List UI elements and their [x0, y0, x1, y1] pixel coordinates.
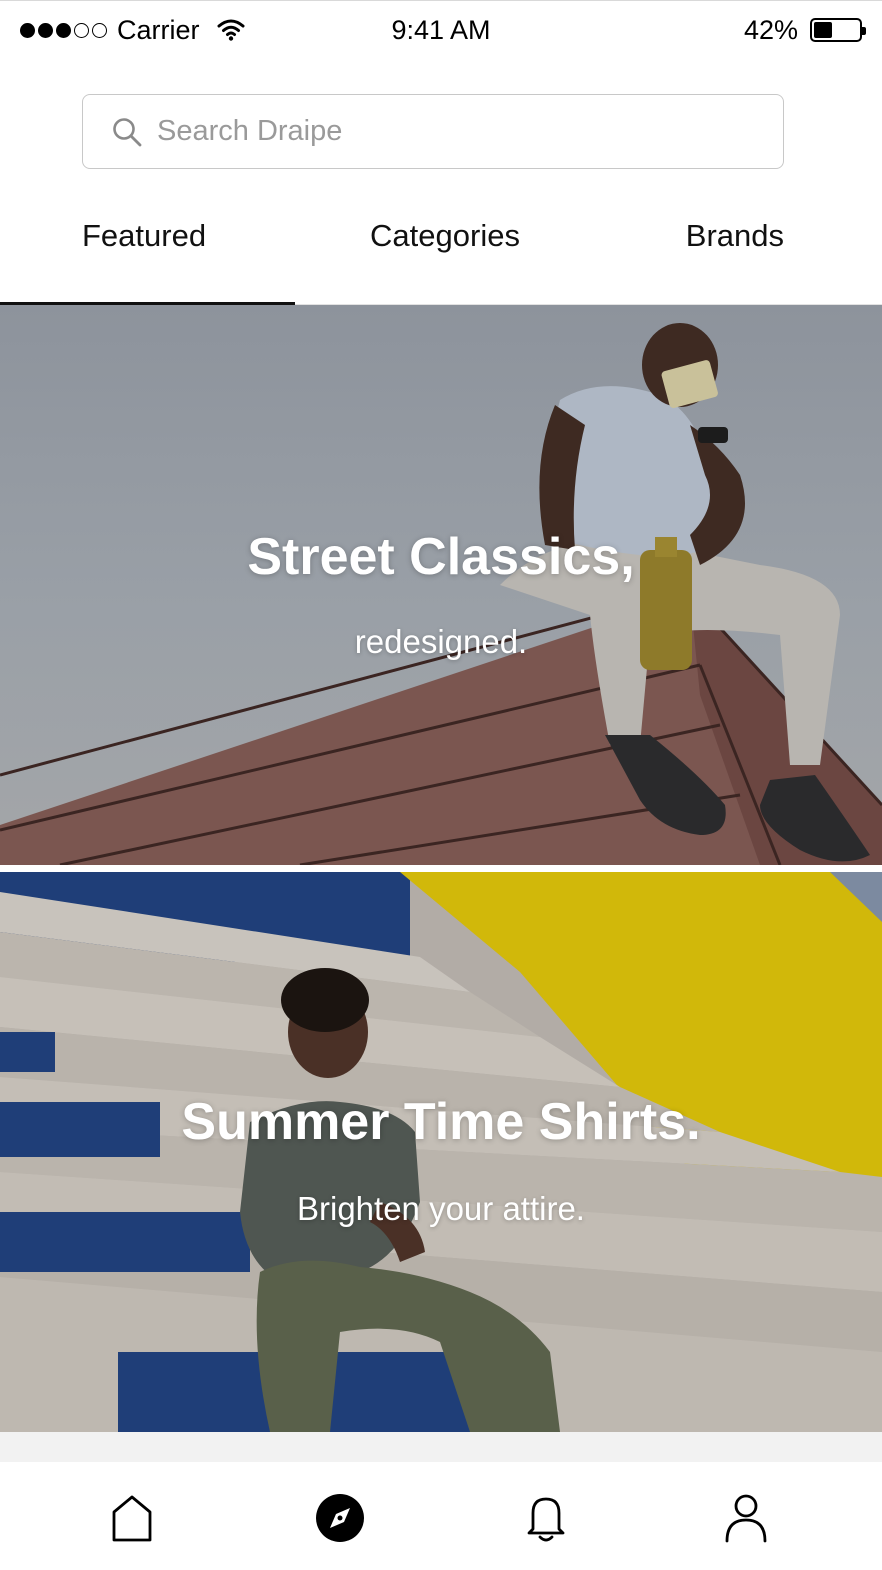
- home-icon: [112, 1495, 152, 1542]
- banner-title: Summer Time Shirts.: [181, 1093, 701, 1151]
- bottom-navigation: [0, 1462, 882, 1570]
- search-icon: [113, 117, 142, 146]
- compass-icon: [316, 1494, 364, 1542]
- banner-title: Street Classics,: [247, 528, 635, 586]
- banner-street-classics[interactable]: Street Classics, redesigned.: [0, 305, 882, 865]
- nav-home-button[interactable]: [106, 1492, 158, 1544]
- battery-percent: 42%: [743, 14, 798, 45]
- banner-image: [0, 872, 882, 1432]
- tab-brands[interactable]: Brands: [686, 218, 784, 254]
- status-right: 42%: [743, 13, 866, 47]
- nav-notifications-button[interactable]: [520, 1492, 572, 1544]
- nav-explore-button[interactable]: [314, 1492, 366, 1544]
- banner-subtitle: Brighten your attire.: [297, 1190, 585, 1227]
- battery-fill: [814, 22, 833, 38]
- battery-cap: [862, 27, 866, 35]
- search-bar[interactable]: [82, 94, 784, 169]
- status-bar: Carrier 9:41 AM 42%: [0, 0, 882, 58]
- bell-icon: [527, 1497, 565, 1542]
- next-banner-peek: [0, 1432, 882, 1462]
- search-input[interactable]: [157, 115, 757, 148]
- nav-profile-button[interactable]: [720, 1492, 772, 1544]
- battery-icon: [810, 18, 866, 42]
- profile-icon: [725, 1494, 767, 1543]
- banner-summer-shirts[interactable]: Summer Time Shirts. Brighten your attire…: [0, 872, 882, 1432]
- banner-subtitle: redesigned.: [354, 623, 528, 660]
- tab-bar: Featured Categories Brands: [0, 196, 882, 305]
